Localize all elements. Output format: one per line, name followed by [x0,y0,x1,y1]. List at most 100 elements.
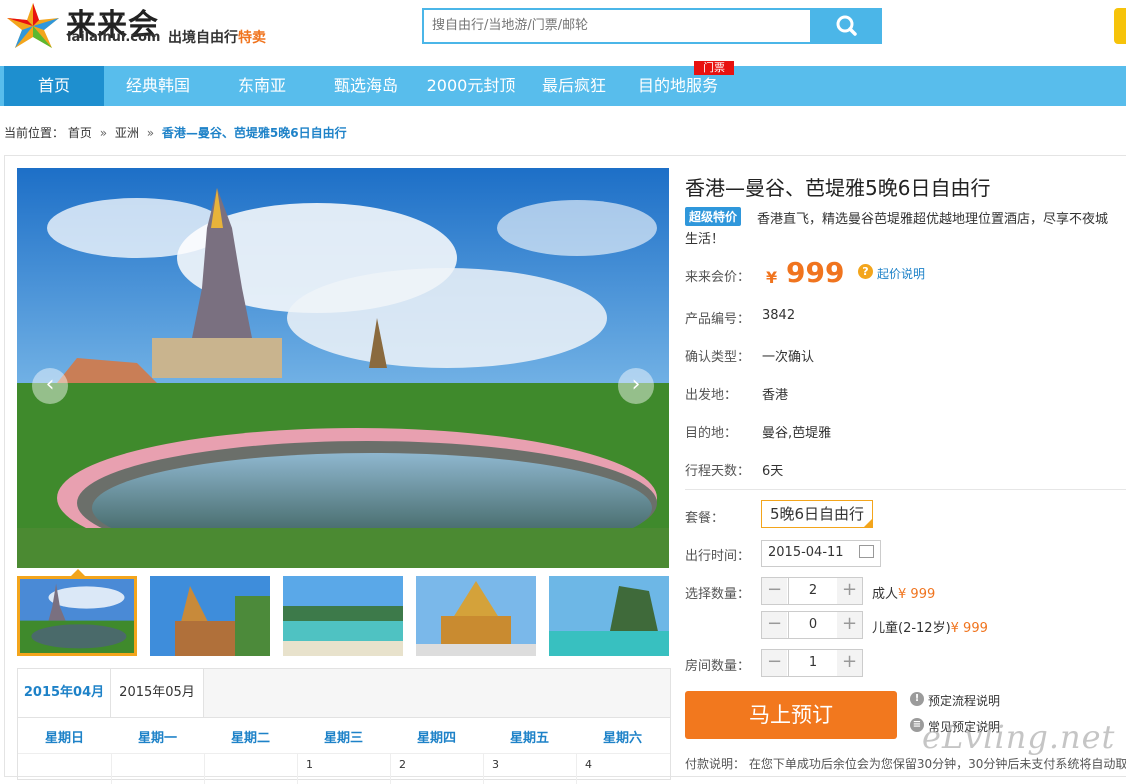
search-box [422,8,812,44]
calendar-day[interactable]: 4 [585,758,592,771]
breadcrumb-prefix: 当前位置： [4,126,65,140]
calendar-col-line [297,754,298,784]
product-desc-line1: 香港直飞，精选曼谷芭堤雅超优越地理位置酒店，尽享不夜城 [757,212,1109,227]
question-icon[interactable]: ? [858,264,873,279]
next-image-button[interactable]: › [618,368,654,404]
room-qty-input[interactable]: 1 [788,650,838,676]
main-nav: 首页 经典韩国 东南亚 甄选海岛 2000元封顶 最后疯狂 目的地服务 [0,66,1126,106]
child-qty-input[interactable]: 0 [788,612,838,638]
package-option[interactable]: 5晚6日自由行 [761,500,873,528]
weekday-sat: 星期六 [602,731,642,746]
thumbnail-1[interactable] [17,576,137,656]
departure-value: 香港 [762,388,789,403]
weekday-mon: 星期一 [137,731,177,746]
calendar-col-line [390,754,391,784]
book-now-button[interactable]: 马上预订 [685,691,897,739]
main-product-image[interactable] [17,168,669,568]
thumbnail-4[interactable] [416,576,536,656]
super-deal-badge: 超级特价 [685,207,742,226]
child-price-label: 儿童(2-12岁)¥ 999 [872,617,988,636]
room-label: 房间数量： [685,659,751,674]
search-input[interactable] [424,10,810,40]
product-title: 香港—曼谷、芭堤雅5晚6日自由行 [685,176,991,200]
breadcrumb-current[interactable]: 香港—曼谷、芭堤雅5晚6日自由行 [162,126,347,140]
weekday-fri: 星期五 [509,731,549,746]
adult-qty-input[interactable]: 2 [788,578,838,604]
calendar-col-line [576,754,577,784]
payment-note: 付款说明： 在您下单成功后余位会为您保留30分钟，30分钟后未支付系统将自动取消 [685,757,1126,771]
calendar-day[interactable]: 3 [492,758,499,771]
slogan-main: 出境自由行 [168,30,238,46]
thumb-selected-caret [71,569,85,576]
search-button[interactable] [812,8,882,44]
duration-value: 6天 [762,464,784,479]
slogan: 出境自由行特卖 [168,27,266,47]
slogan-highlight: 特卖 [238,30,266,46]
weekday-wed: 星期三 [323,731,363,746]
price-value: 999 [786,256,845,289]
adult-price: ¥ 999 [898,587,936,602]
tab-month-may[interactable]: 2015年05月 [111,669,204,717]
field-label: 行程天数： [685,464,751,479]
field-label: 出发地： [685,388,738,403]
watermark: eLvling.net [922,718,1116,756]
price-note-link[interactable]: 起价说明 [877,265,925,282]
child-label: 儿童(2-12岁) [872,621,951,636]
nav-item-korea[interactable]: 经典韩国 [110,66,206,106]
calendar-col-line [483,754,484,784]
weekday-tue: 星期二 [230,731,270,746]
field-label: 目的地： [685,426,738,441]
calendar-divider [18,753,670,754]
price-calendar: 2015年04月 2015年05月 星期日 星期一 星期二 星期三 星期四 星期… [17,668,671,784]
weibo-icon[interactable] [1114,8,1126,44]
nav-item-home[interactable]: 首页 [4,66,104,106]
date-label: 出行时间： [685,549,751,564]
adult-plus-button[interactable]: + [837,578,862,604]
section-divider [685,489,1126,490]
child-qty-stepper: − 0 + [761,611,863,639]
adult-minus-button[interactable]: − [762,578,787,604]
breadcrumb-sep: » [146,126,155,140]
date-value: 2015-04-11 [768,545,844,560]
qty-label: 选择数量： [685,587,751,602]
nav-item-last-minute[interactable]: 最后疯狂 [528,66,620,106]
destination-value: 曼谷,芭堤雅 [762,426,832,441]
room-qty-stepper: − 1 + [761,649,863,677]
room-plus-button[interactable]: + [837,650,862,676]
weekday-sun: 星期日 [44,731,84,746]
breadcrumb-sep: » [99,126,108,140]
breadcrumb: 当前位置： 首页 » 亚洲 » 香港—曼谷、芭堤雅5晚6日自由行 [4,124,347,141]
thumbnail-3[interactable] [283,576,403,656]
nav-badge-tickets: 门票 [694,61,734,75]
nav-item-southeast-asia[interactable]: 东南亚 [214,66,310,106]
thumbnail-2[interactable] [150,576,270,656]
logo-domain[interactable]: lailaihui.com [67,30,160,45]
logo-star-icon[interactable] [4,2,62,50]
child-minus-button[interactable]: − [762,612,787,638]
calendar-day[interactable]: 2 [399,758,406,771]
weekday-thu: 星期四 [416,731,456,746]
price-symbol: ¥ [766,268,778,287]
confirm-type-value: 一次确认 [762,350,815,365]
adult-label: 成人 [872,587,899,602]
field-label: 确认类型： [685,350,751,365]
search-icon [836,15,857,36]
product-desc-line2: 生活！ [685,232,725,247]
info-icon: ! [910,692,924,706]
child-plus-button[interactable]: + [837,612,862,638]
calendar-col-line [111,754,112,784]
field-label: 产品编号： [685,312,751,327]
booking-process-link[interactable]: 预定流程说明 [928,692,1000,709]
child-price: ¥ 999 [950,621,988,636]
nav-item-islands[interactable]: 甄选海岛 [318,66,414,106]
breadcrumb-home[interactable]: 首页 [68,126,92,140]
breadcrumb-asia[interactable]: 亚洲 [115,126,139,140]
tab-month-april[interactable]: 2015年04月 [18,669,111,717]
prev-image-button[interactable]: ‹ [32,368,68,404]
thumbnail-5[interactable] [549,576,669,656]
room-minus-button[interactable]: − [762,650,787,676]
calendar-icon[interactable] [859,545,874,558]
calendar-col-line [204,754,205,784]
calendar-day[interactable]: 1 [306,758,313,771]
nav-item-2000-cap[interactable]: 2000元封顶 [420,66,522,106]
